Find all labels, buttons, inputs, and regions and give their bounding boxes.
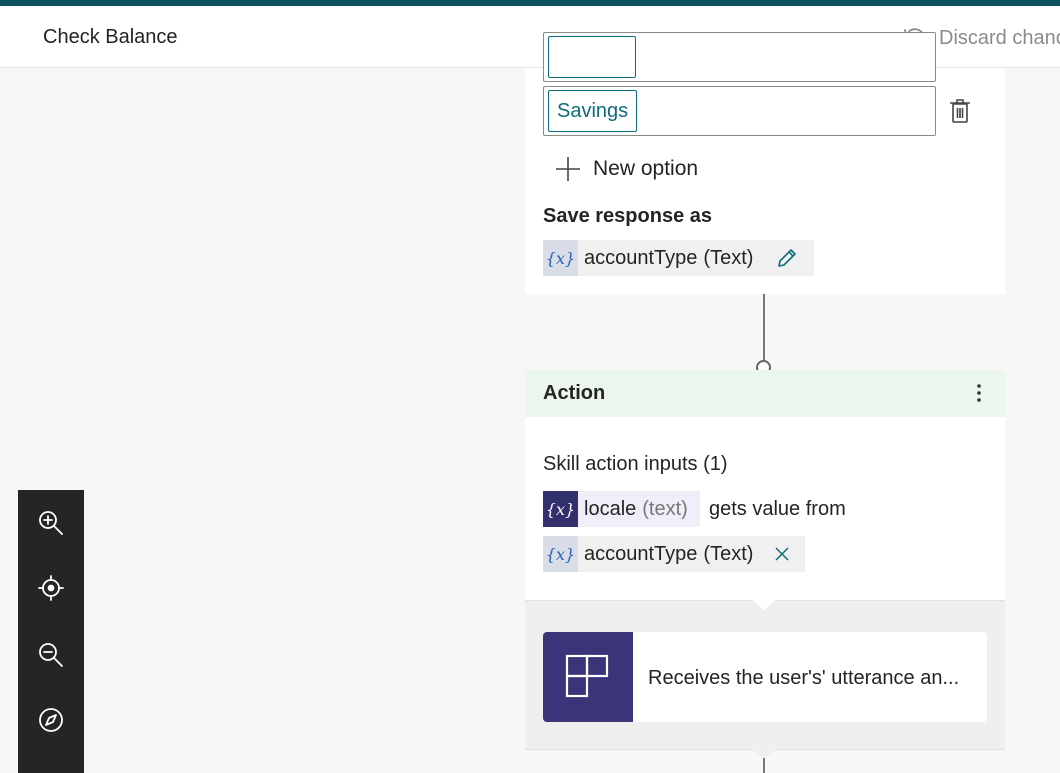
flow-connector-bottom <box>763 758 765 773</box>
zoom-out-button[interactable] <box>37 641 65 669</box>
skill-logo-icon <box>543 632 633 722</box>
action-header: Action <box>525 370 1005 417</box>
skill-inputs-label: Skill action inputs (1) <box>543 453 728 475</box>
source-variable-name: accountType <box>584 542 698 565</box>
source-variable-pill[interactable]: {x} accountType (Text) <box>543 536 805 572</box>
page-title: Check Balance <box>43 26 178 48</box>
option-row-previous[interactable] <box>543 32 936 82</box>
more-vertical-icon[interactable] <box>971 382 987 404</box>
skill-details-panel: Receives the user's' utterance an... <box>525 600 1005 759</box>
new-option-label: New option <box>593 157 699 180</box>
compass-icon <box>39 708 63 732</box>
new-option-button[interactable]: New option <box>555 156 698 182</box>
option-row-savings[interactable]: Savings <box>543 86 936 136</box>
saved-variable-pill[interactable]: {x} accountType (Text) <box>543 240 814 276</box>
variable-badge-icon: {x} <box>543 491 578 527</box>
variable-badge-icon: {x} <box>543 240 578 276</box>
saved-variable-name: accountType <box>584 246 698 269</box>
recenter-button[interactable] <box>37 574 65 602</box>
skill-description: Receives the user's' utterance an... <box>648 667 960 689</box>
input-variable-pill: {x} locale (text) <box>543 491 700 527</box>
variable-badge-icon: {x} <box>543 536 578 572</box>
skill-card[interactable]: Receives the user's' utterance an... <box>543 632 987 722</box>
minimap-button[interactable] <box>37 706 65 734</box>
plus-icon <box>556 157 580 181</box>
input-variable-name: locale <box>584 497 637 520</box>
action-node-card: Action Skill action inputs (1) {x} local… <box>525 370 1005 600</box>
input-variable-type: (text) <box>642 497 688 520</box>
gets-value-from-label: gets value from <box>709 498 846 520</box>
pencil-icon[interactable] <box>775 246 799 270</box>
trash-icon[interactable] <box>949 98 971 124</box>
question-node-card: Savings New option Save response as {x} … <box>525 32 1005 294</box>
panel-notch-top <box>752 600 776 610</box>
zoom-out-icon <box>39 643 63 667</box>
source-variable-type: (Text) <box>703 542 754 565</box>
save-response-label: Save response as <box>543 205 712 227</box>
zoom-in-icon <box>39 511 63 535</box>
option-chip-savings[interactable]: Savings <box>548 90 638 132</box>
discard-changes-label: Discard chanc <box>939 26 1060 49</box>
canvas-zoom-toolbar <box>18 490 84 773</box>
zoom-in-button[interactable] <box>37 509 65 537</box>
action-title: Action <box>543 382 606 404</box>
close-icon[interactable] <box>773 545 791 563</box>
target-icon <box>38 575 64 601</box>
flow-connector-top <box>763 294 765 361</box>
option-chip-previous[interactable] <box>548 36 636 78</box>
saved-variable-type: (Text) <box>703 246 754 269</box>
